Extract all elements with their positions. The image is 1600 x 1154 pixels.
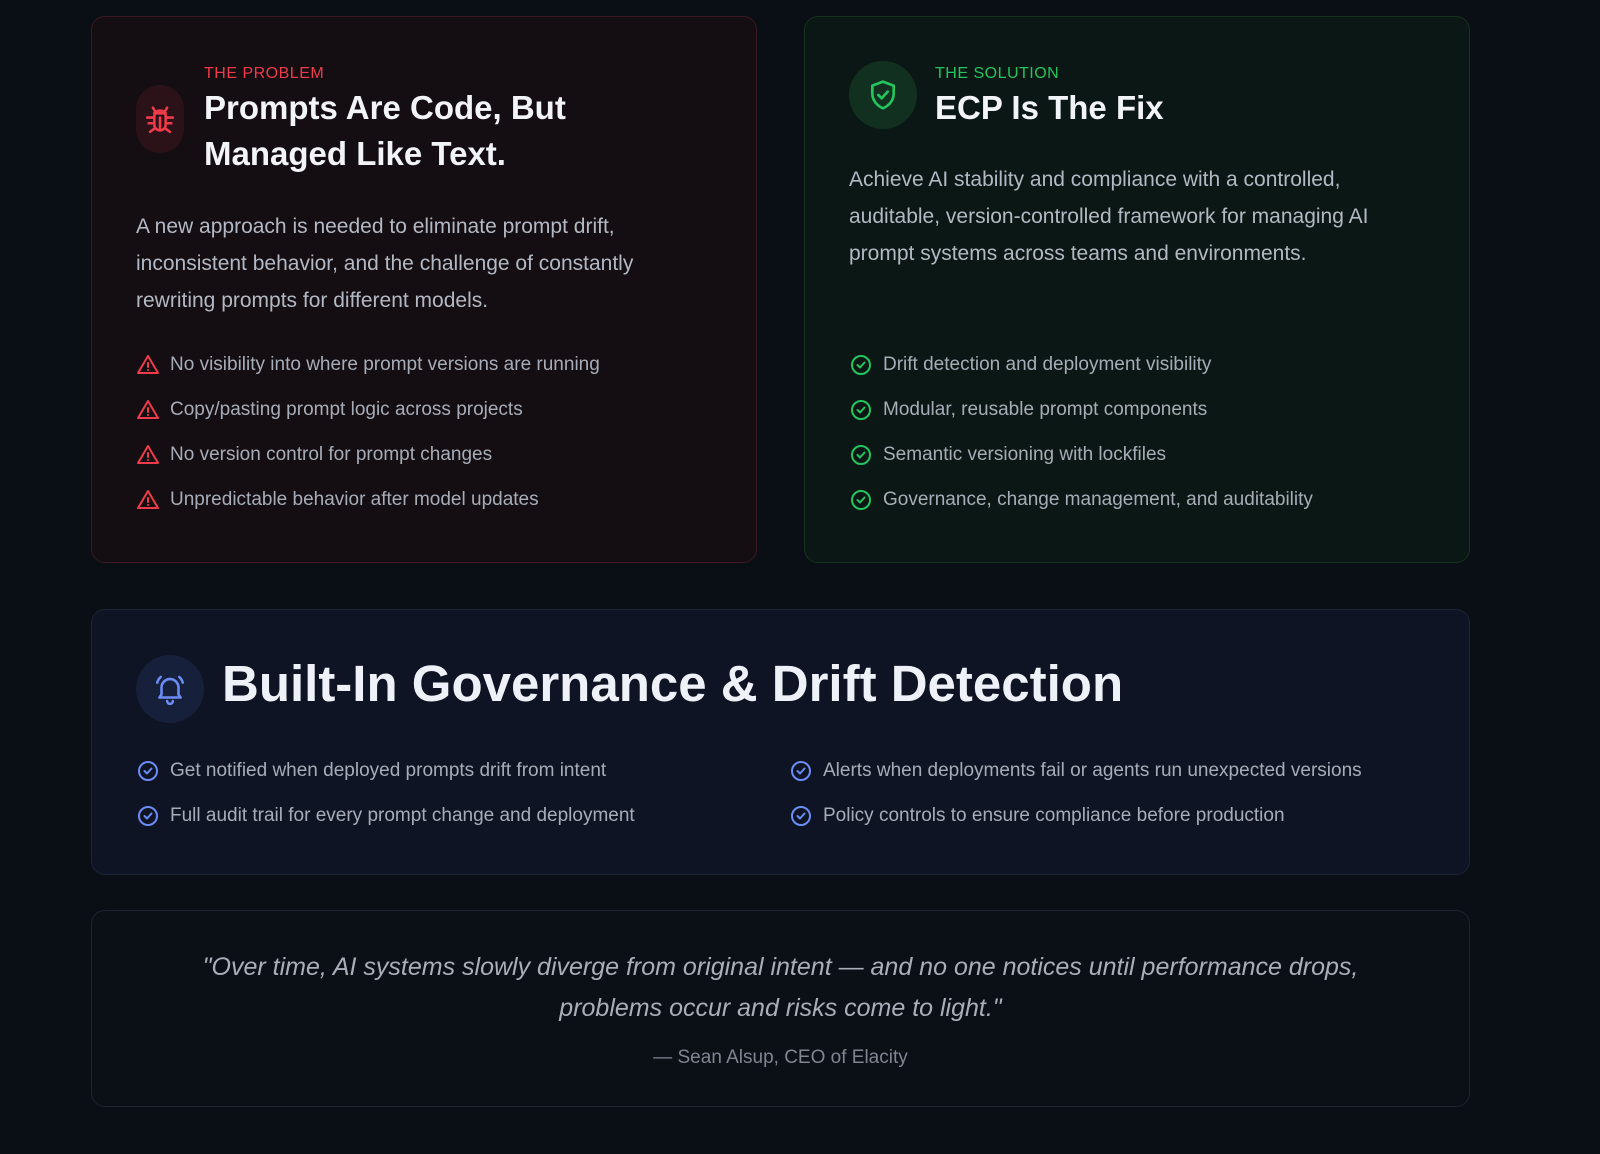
problem-title-line2: Managed Like Text. bbox=[204, 135, 506, 172]
list-item: No visibility into where prompt versions… bbox=[136, 342, 600, 387]
list-item-label: Unpredictable behavior after model updat… bbox=[170, 488, 539, 510]
list-item-label: Copy/pasting prompt logic across project… bbox=[170, 398, 523, 420]
list-item: Unpredictable behavior after model updat… bbox=[136, 477, 600, 522]
list-item: Semantic versioning with lockfiles bbox=[849, 432, 1313, 477]
list-item-label: Policy controls to ensure compliance bef… bbox=[823, 804, 1285, 826]
list-item-label: No version control for prompt changes bbox=[170, 443, 493, 465]
list-item-label: Semantic versioning with lockfiles bbox=[883, 443, 1167, 465]
check-circle-icon bbox=[849, 443, 873, 467]
problem-title-line1: Prompts Are Code, But bbox=[204, 89, 566, 126]
check-circle-icon bbox=[136, 759, 160, 783]
list-item: Governance, change management, and audit… bbox=[849, 477, 1313, 522]
shield-check-icon bbox=[849, 61, 917, 129]
problem-description: A new approach is needed to eliminate pr… bbox=[136, 215, 634, 312]
list-item-label: Alerts when deployments fail or agents r… bbox=[823, 759, 1362, 781]
bug-icon bbox=[136, 85, 184, 153]
solution-title: ECP Is The Fix bbox=[935, 89, 1164, 126]
check-circle-icon bbox=[789, 759, 813, 783]
governance-list-left: Get notified when deployed prompts drift… bbox=[136, 748, 635, 838]
quote-attribution: — Sean Alsup, CEO of Elacity bbox=[653, 1047, 908, 1068]
list-item-label: Get notified when deployed prompts drift… bbox=[170, 759, 607, 781]
solution-card: THE SOLUTION ECP Is The Fix Achieve AI s… bbox=[804, 16, 1470, 563]
quote-text: "Over time, AI systems slowly diverge fr… bbox=[202, 953, 1359, 1022]
list-item-label: No visibility into where prompt versions… bbox=[170, 353, 600, 375]
list-item: Copy/pasting prompt logic across project… bbox=[136, 387, 600, 432]
solution-eyebrow: THE SOLUTION bbox=[935, 65, 1060, 82]
check-circle-icon bbox=[789, 804, 813, 828]
warning-icon bbox=[136, 353, 160, 377]
warning-icon bbox=[136, 398, 160, 422]
list-item-label: Drift detection and deployment visibilit… bbox=[883, 353, 1212, 375]
list-item: Alerts when deployments fail or agents r… bbox=[789, 748, 1362, 793]
warning-icon bbox=[136, 488, 160, 512]
list-item: Get notified when deployed prompts drift… bbox=[136, 748, 635, 793]
warning-icon bbox=[136, 443, 160, 467]
check-circle-icon bbox=[136, 804, 160, 828]
problem-list: No visibility into where prompt versions… bbox=[136, 342, 600, 522]
check-circle-icon bbox=[849, 398, 873, 422]
solution-list: Drift detection and deployment visibilit… bbox=[849, 342, 1313, 522]
solution-description: Achieve AI stability and compliance with… bbox=[849, 168, 1369, 265]
problem-title: Prompts Are Code, But Managed Like Text. bbox=[204, 85, 566, 177]
problem-card: THE PROBLEM Prompts Are Code, But Manage… bbox=[91, 16, 757, 563]
check-circle-icon bbox=[849, 353, 873, 377]
list-item: No version control for prompt changes bbox=[136, 432, 600, 477]
list-item: Modular, reusable prompt components bbox=[849, 387, 1313, 432]
quote-card: "Over time, AI systems slowly diverge fr… bbox=[91, 910, 1470, 1107]
governance-card: Built-In Governance & Drift Detection Ge… bbox=[91, 609, 1470, 875]
list-item-label: Modular, reusable prompt components bbox=[883, 398, 1208, 420]
bell-icon bbox=[136, 655, 204, 723]
check-circle-icon bbox=[849, 488, 873, 512]
list-item: Drift detection and deployment visibilit… bbox=[849, 342, 1313, 387]
governance-list-right: Alerts when deployments fail or agents r… bbox=[789, 748, 1362, 838]
list-item-label: Governance, change management, and audit… bbox=[883, 488, 1313, 510]
list-item: Full audit trail for every prompt change… bbox=[136, 793, 635, 838]
list-item-label: Full audit trail for every prompt change… bbox=[170, 804, 635, 826]
problem-eyebrow: THE PROBLEM bbox=[204, 65, 325, 82]
list-item: Policy controls to ensure compliance bef… bbox=[789, 793, 1362, 838]
governance-title: Built-In Governance & Drift Detection bbox=[222, 655, 1124, 712]
